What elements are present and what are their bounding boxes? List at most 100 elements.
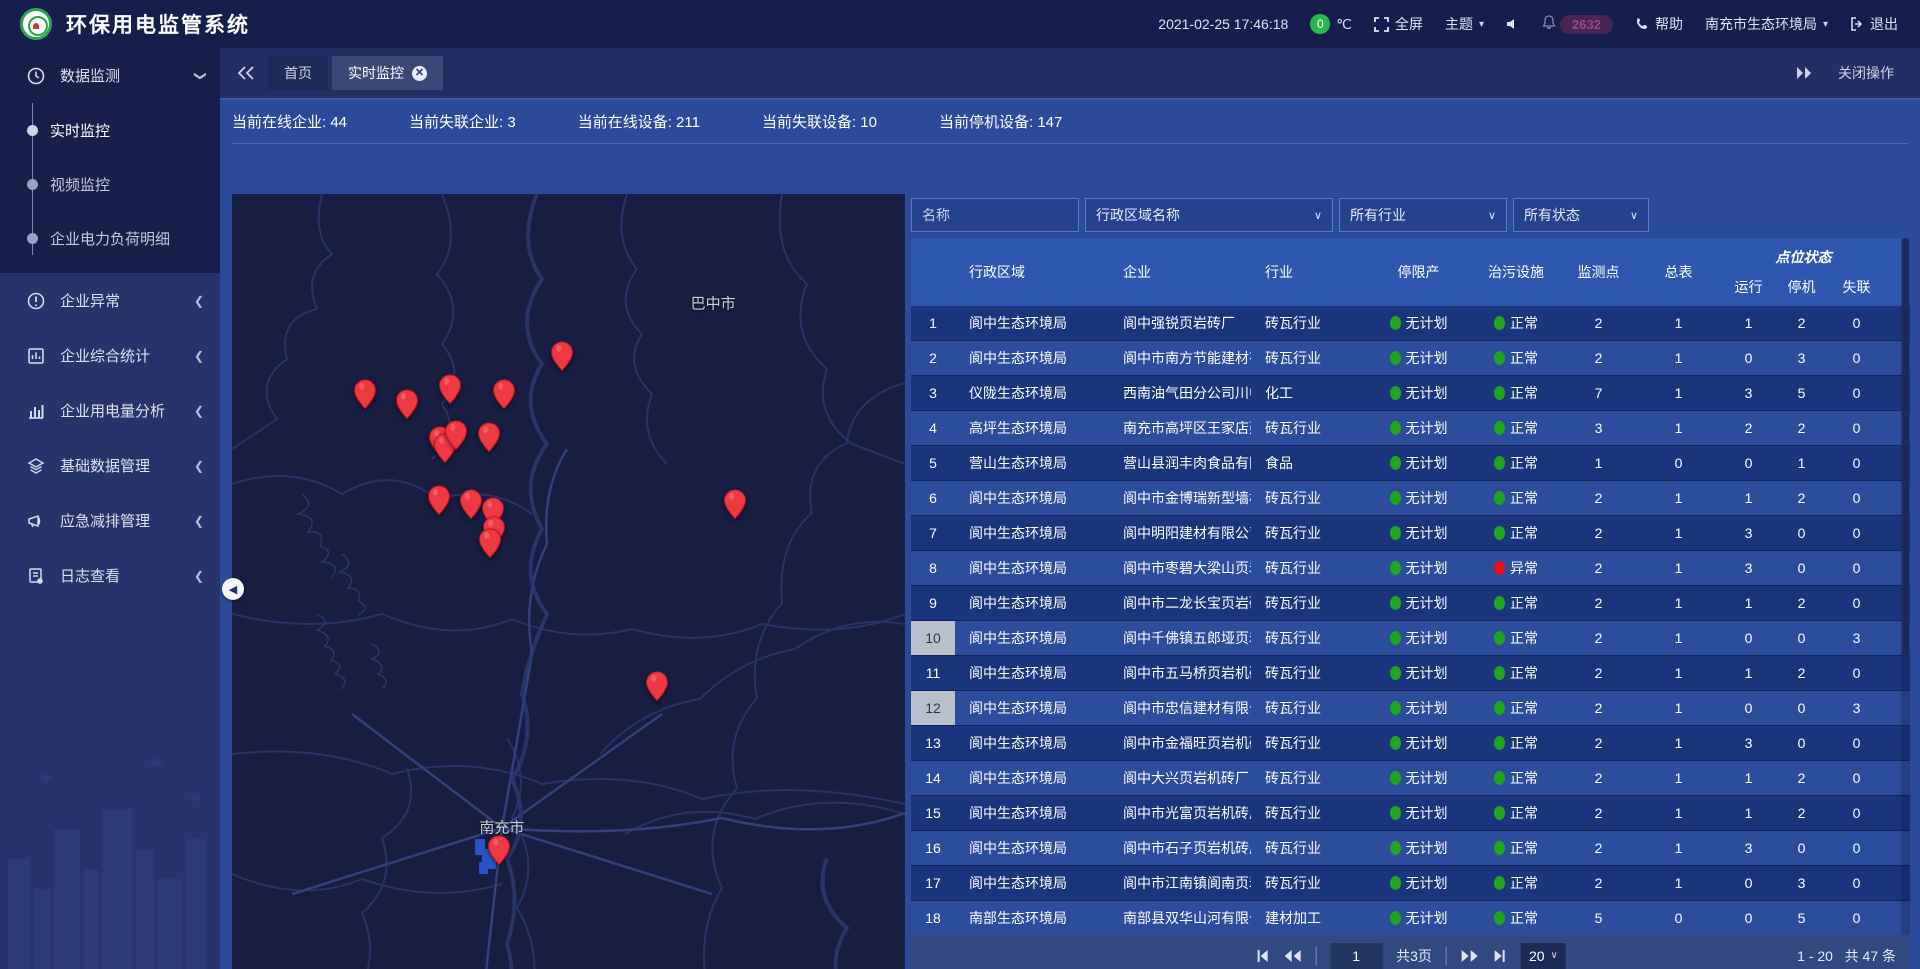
cell-run-count: 0 <box>1721 446 1776 480</box>
prev-page-button[interactable] <box>1283 949 1301 963</box>
log-file-icon <box>26 566 46 586</box>
cell-stop-status: 无计划 <box>1366 376 1471 410</box>
cell-meter-count: 0 <box>1636 446 1721 480</box>
sidebar-item-应急减排管理[interactable]: 应急减排管理❮ <box>0 493 220 548</box>
tab-close-icon[interactable]: ✕ <box>412 66 427 81</box>
sidebar-subitem-实时监控[interactable]: 实时监控 <box>0 103 220 157</box>
map-pin-icon[interactable] <box>439 374 462 405</box>
table-row[interactable]: 1阆中生态环境局阆中强锐页岩砖厂砖瓦行业无计划正常21120 <box>911 306 1910 341</box>
close-operations-button[interactable]: 关闭操作 <box>1838 63 1894 83</box>
table-row[interactable]: 12阆中生态环境局阆中市忠信建材有限公砖瓦行业无计划正常21003 <box>911 691 1910 726</box>
sidebar-item-企业用电量分析[interactable]: 企业用电量分析❮ <box>0 383 220 438</box>
table-row[interactable]: 11阆中生态环境局阆中市五马桥页岩机砖砖瓦行业无计划正常21120 <box>911 656 1910 691</box>
table-scrollbar[interactable] <box>1901 238 1910 935</box>
sidebar-item-基础数据管理[interactable]: 基础数据管理❮ <box>0 438 220 493</box>
sidebar-collapse-button[interactable]: ◀ <box>222 578 244 600</box>
bell-icon <box>1542 15 1556 33</box>
tabs-scroll-left-button[interactable] <box>238 66 254 80</box>
map-pin-icon[interactable] <box>645 671 668 702</box>
table-row[interactable]: 9阆中生态环境局阆中市二龙长宝页岩砖砖瓦行业无计划正常21120 <box>911 586 1910 621</box>
table-row[interactable]: 7阆中生态环境局阆中明阳建材有限公司砖瓦行业无计划正常21300 <box>911 516 1910 551</box>
cell-meter-count: 1 <box>1636 411 1721 445</box>
status-dot-icon <box>1390 526 1401 540</box>
speaker-icon[interactable] <box>1506 17 1520 31</box>
org-dropdown[interactable]: 南充市生态环境局▾ <box>1705 14 1828 34</box>
map-pin-icon[interactable] <box>428 485 451 516</box>
table-row[interactable]: 10阆中生态环境局阆中千佛镇五郎垭页岩砖瓦行业无计划正常21003 <box>911 621 1910 656</box>
table-row[interactable]: 5营山生态环境局营山县润丰肉食品有限食品无计划正常10010 <box>911 446 1910 481</box>
col-region: 行政区域 <box>955 238 1109 306</box>
table-row[interactable]: 6阆中生态环境局阆中市金博瑞新型墙材砖瓦行业无计划正常21120 <box>911 481 1910 516</box>
map-pin-icon[interactable] <box>723 488 746 519</box>
cell-company: 阆中市五马桥页岩机砖 <box>1109 656 1251 690</box>
table-row[interactable]: 13阆中生态环境局阆中市金福旺页岩机砖砖瓦行业无计划正常21300 <box>911 726 1910 761</box>
chevron-left-icon: ❮ <box>194 294 204 308</box>
table-row[interactable]: 2阆中生态环境局阆中市南方节能建材有砖瓦行业无计划正常21030 <box>911 341 1910 376</box>
sidebar-item-数据监测[interactable]: 数据监测❮ <box>0 48 220 103</box>
sidebar-subitem-视频监控[interactable]: 视频监控 <box>0 157 220 211</box>
table-row[interactable]: 17阆中生态环境局阆中市江南镇阆南页岩砖瓦行业无计划正常21030 <box>911 866 1910 901</box>
status-filter-select[interactable]: 所有状态 ∨ <box>1513 198 1649 232</box>
sidebar-subitem-企业电力负荷明细[interactable]: 企业电力负荷明细 <box>0 211 220 265</box>
cell-company: 阆中市金福旺页岩机砖 <box>1109 726 1251 760</box>
last-page-button[interactable] <box>1493 949 1507 963</box>
table-row[interactable]: 3仪陇生态环境局西南油气田分公司川中化工无计划正常71350 <box>911 376 1910 411</box>
tabs-scroll-right-button[interactable] <box>1796 66 1812 80</box>
name-filter-input[interactable] <box>911 198 1079 232</box>
logout-button[interactable]: 退出 <box>1850 14 1898 34</box>
cell-run-count: 1 <box>1721 586 1776 620</box>
cell-lost-count: 0 <box>1827 656 1886 690</box>
help-button[interactable]: 帮助 <box>1635 14 1683 34</box>
chevron-left-icon: ❮ <box>194 514 204 528</box>
status-dot-icon <box>1494 421 1505 435</box>
cell-facility-status: 正常 <box>1471 341 1561 375</box>
col-facility: 治污设施 <box>1471 238 1561 306</box>
table-body: 1阆中生态环境局阆中强锐页岩砖厂砖瓦行业无计划正常211202阆中生态环境局阆中… <box>911 306 1910 935</box>
table-row[interactable]: 4高坪生态环境局南充市高坪区王家店建砖瓦行业无计划正常31220 <box>911 411 1910 446</box>
map-pin-icon[interactable] <box>488 835 511 866</box>
cell-company: 阆中强锐页岩砖厂 <box>1109 306 1251 340</box>
sidebar-subitem-label: 实时监控 <box>50 120 110 141</box>
map-pin-icon[interactable] <box>550 340 573 371</box>
stat-当前在线企业: 当前在线企业: 44 <box>232 111 347 132</box>
cell-monitor-count: 2 <box>1561 796 1636 830</box>
map-pin-icon[interactable] <box>478 422 501 453</box>
map-pin-icon[interactable] <box>459 488 482 519</box>
table-row[interactable]: 14阆中生态环境局阆中大兴页岩机砖厂砖瓦行业无计划正常21120 <box>911 761 1910 796</box>
status-dot-icon <box>1390 911 1401 925</box>
page-size-select[interactable]: 20 ∨ <box>1521 943 1566 969</box>
table-row[interactable]: 16阆中生态环境局阆中市石子页岩机砖厂砖瓦行业无计划正常21300 <box>911 831 1910 866</box>
map-pin-icon[interactable] <box>395 388 418 419</box>
map-panel[interactable]: 巴中市南充市遂宁市 <box>232 194 905 969</box>
chevron-left-icon: ❮ <box>194 459 204 473</box>
fullscreen-button[interactable]: 全屏 <box>1374 14 1423 34</box>
sidebar-item-企业异常[interactable]: 企业异常❮ <box>0 273 220 328</box>
map-pin-icon[interactable] <box>478 528 501 559</box>
map-pin-icon[interactable] <box>354 379 377 410</box>
sidebar-item-企业综合统计[interactable]: 企业综合统计❮ <box>0 328 220 383</box>
sidebar-item-日志查看[interactable]: 日志查看❮ <box>0 548 220 603</box>
row-number: 16 <box>911 831 955 865</box>
region-filter-select[interactable]: 行政区域名称 ∨ <box>1085 198 1333 232</box>
row-number: 4 <box>911 411 955 445</box>
row-number: 14 <box>911 761 955 795</box>
notifications[interactable]: 2632 <box>1542 15 1613 34</box>
tab-实时监控[interactable]: 实时监控✕ <box>332 56 443 90</box>
map-pin-icon[interactable] <box>492 379 515 410</box>
cell-industry: 砖瓦行业 <box>1251 796 1366 830</box>
page-number-input[interactable] <box>1330 943 1382 969</box>
cell-facility-status: 正常 <box>1471 761 1561 795</box>
industry-filter-select[interactable]: 所有行业 ∨ <box>1339 198 1507 232</box>
table-row[interactable]: 15阆中生态环境局阆中市光富页岩机砖厂砖瓦行业无计划正常21120 <box>911 796 1910 831</box>
tab-首页[interactable]: 首页 <box>268 56 328 90</box>
table-row[interactable]: 18南部生态环境局南部县双华山河有限公建材加工无计划正常50050 <box>911 901 1910 935</box>
cell-stop-status: 无计划 <box>1366 306 1471 340</box>
cell-industry: 砖瓦行业 <box>1251 691 1366 725</box>
next-page-button[interactable] <box>1461 949 1479 963</box>
theme-dropdown[interactable]: 主题▾ <box>1445 14 1484 34</box>
first-page-button[interactable] <box>1255 949 1269 963</box>
status-dot-icon <box>1494 771 1505 785</box>
cell-lost-count: 0 <box>1827 411 1886 445</box>
map-pin-icon[interactable] <box>445 420 468 451</box>
table-row[interactable]: 8阆中生态环境局阆中市枣碧大梁山页岩砖瓦行业无计划异常21300 <box>911 551 1910 586</box>
